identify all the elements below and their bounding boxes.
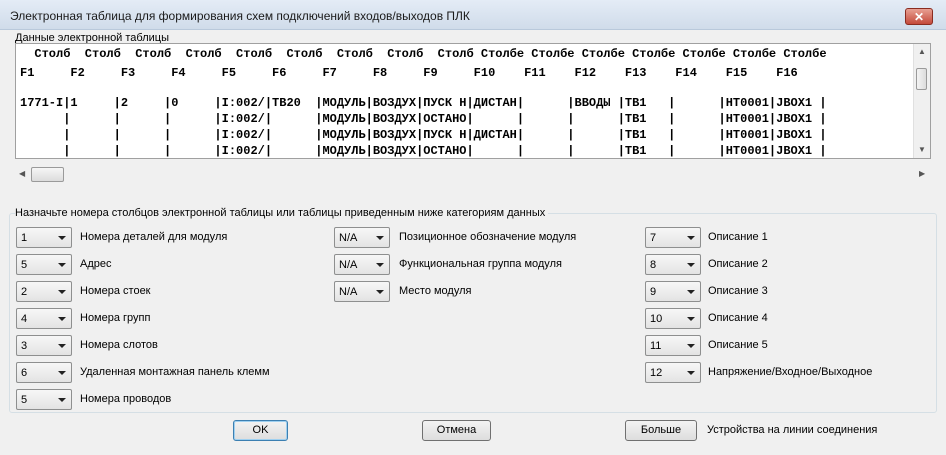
description-2-column-select[interactable]: 8 xyxy=(645,254,701,275)
chevron-down-icon xyxy=(58,371,66,375)
chevron-down-icon xyxy=(376,290,384,294)
selected-value: 4 xyxy=(21,313,28,325)
description-1-column-select[interactable]: 7 xyxy=(645,227,701,248)
selected-value: 5 xyxy=(21,259,28,271)
vertical-scroll-thumb[interactable] xyxy=(916,68,927,90)
voltage-io-column-select[interactable]: 12 xyxy=(645,362,701,383)
slot-numbers-label: Номера слотов xyxy=(80,339,158,351)
more-button-label: Устройства на линии соединения xyxy=(707,424,878,436)
chevron-down-icon xyxy=(58,344,66,348)
module-function-group-column-select[interactable]: N/A xyxy=(334,254,390,275)
wire-numbers-label: Номера проводов xyxy=(80,393,172,405)
group-numbers-label: Номера групп xyxy=(80,312,151,324)
part-numbers-label: Номера деталей для модуля xyxy=(80,231,228,243)
part-numbers-column-select[interactable]: 1 xyxy=(16,227,72,248)
selected-value: N/A xyxy=(339,286,358,298)
chevron-down-icon xyxy=(687,317,695,321)
grid-header-row-1: Столб Столб Столб Столб Столб Столб Стол… xyxy=(20,47,827,61)
description-5-column-select[interactable]: 11 xyxy=(645,335,701,356)
remote-terminal-panel-label: Удаленная монтажная панель клемм xyxy=(80,366,270,378)
chevron-down-icon xyxy=(376,236,384,240)
selected-value: 6 xyxy=(21,367,28,379)
group-numbers-column-select[interactable]: 4 xyxy=(16,308,72,329)
description-4-label: Описание 4 xyxy=(708,312,768,324)
chevron-down-icon xyxy=(687,344,695,348)
wire-numbers-column-select[interactable]: 5 xyxy=(16,389,72,410)
grid-header-row-2: F1 F2 F3 F4 F5 F6 F7 F8 F9 F10 F11 F12 F… xyxy=(20,66,798,80)
scroll-down-icon[interactable]: ▼ xyxy=(918,145,926,154)
description-4-column-select[interactable]: 10 xyxy=(645,308,701,329)
grid-row: | | | |I:002/| |МОДУЛЬ|ВОЗДУХ|ОСТАНО| | … xyxy=(20,112,827,126)
selected-value: 2 xyxy=(21,286,28,298)
module-location-label: Место модуля xyxy=(399,285,472,297)
selected-value: 7 xyxy=(650,232,657,244)
close-button[interactable]: ✕ xyxy=(905,8,933,25)
chevron-down-icon xyxy=(687,263,695,267)
address-column-select[interactable]: 5 xyxy=(16,254,72,275)
chevron-down-icon xyxy=(58,236,66,240)
cancel-button[interactable]: Отмена xyxy=(422,420,491,441)
spreadsheet-grid[interactable]: Столб Столб Столб Столб Столб Столб Стол… xyxy=(15,43,931,159)
selected-value: 5 xyxy=(21,394,28,406)
module-tag-column-select[interactable]: N/A xyxy=(334,227,390,248)
module-function-group-label: Функциональная группа модуля xyxy=(399,258,562,270)
chevron-down-icon xyxy=(687,290,695,294)
chevron-down-icon xyxy=(58,398,66,402)
rack-numbers-column-select[interactable]: 2 xyxy=(16,281,72,302)
description-5-label: Описание 5 xyxy=(708,339,768,351)
selected-value: 1 xyxy=(21,232,28,244)
module-location-column-select[interactable]: N/A xyxy=(334,281,390,302)
selected-value: N/A xyxy=(339,232,358,244)
horizontal-scroll-thumb[interactable] xyxy=(31,167,64,182)
grid-row: | | | |I:002/| |МОДУЛЬ|ВОЗДУХ|ОСТАНО| | … xyxy=(20,144,827,158)
selected-value: 3 xyxy=(21,340,28,352)
description-3-label: Описание 3 xyxy=(708,285,768,297)
chevron-down-icon xyxy=(376,263,384,267)
chevron-down-icon xyxy=(58,263,66,267)
grid-row: | | | |I:002/| |МОДУЛЬ|ВОЗДУХ|ПУСК Н|ДИС… xyxy=(20,128,827,142)
scroll-right-icon[interactable]: ▶ xyxy=(919,169,925,178)
selected-value: 12 xyxy=(650,367,663,379)
ok-button[interactable]: OK xyxy=(233,420,288,441)
category-heading: Назначьте номера столбцов электронной та… xyxy=(15,207,549,219)
horizontal-scrollbar[interactable]: ◀ ▶ xyxy=(15,166,931,183)
chevron-down-icon xyxy=(687,371,695,375)
scroll-left-icon[interactable]: ◀ xyxy=(19,169,25,178)
selected-value: N/A xyxy=(339,259,358,271)
slot-numbers-column-select[interactable]: 3 xyxy=(16,335,72,356)
selected-value: 9 xyxy=(650,286,657,298)
grid-row: 1771-I|1 |2 |0 |I:002/|TB20 |МОДУЛЬ|ВОЗД… xyxy=(20,96,827,110)
scroll-up-icon[interactable]: ▲ xyxy=(918,47,926,56)
chevron-down-icon xyxy=(58,317,66,321)
vertical-scrollbar[interactable]: ▲ ▼ xyxy=(913,44,930,158)
selected-value: 8 xyxy=(650,259,657,271)
voltage-io-label: Напряжение/Входное/Выходное xyxy=(708,366,873,378)
description-1-label: Описание 1 xyxy=(708,231,768,243)
selected-value: 11 xyxy=(650,340,662,352)
rack-numbers-label: Номера стоек xyxy=(80,285,151,297)
remote-terminal-panel-column-select[interactable]: 6 xyxy=(16,362,72,383)
title-bar: Электронная таблица для формирования схе… xyxy=(0,0,946,30)
selected-value: 10 xyxy=(650,313,663,325)
address-label: Адрес xyxy=(80,258,112,270)
chevron-down-icon xyxy=(687,236,695,240)
chevron-down-icon xyxy=(58,290,66,294)
module-tag-label: Позиционное обозначение модуля xyxy=(399,231,577,243)
description-2-label: Описание 2 xyxy=(708,258,768,270)
description-3-column-select[interactable]: 9 xyxy=(645,281,701,302)
more-button[interactable]: Больше xyxy=(625,420,697,441)
window-title: Электронная таблица для формирования схе… xyxy=(10,9,470,23)
